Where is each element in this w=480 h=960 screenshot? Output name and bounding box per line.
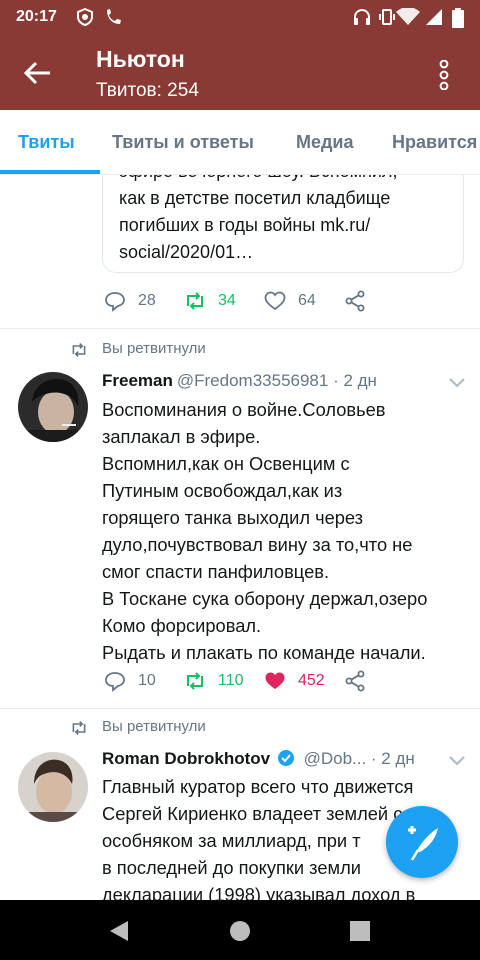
avatar-image xyxy=(18,752,88,822)
retweet-icon xyxy=(187,292,203,310)
wifi-icon xyxy=(396,8,420,25)
shield-icon xyxy=(77,8,93,26)
author-handle: @Dob... · 2 дн xyxy=(303,749,415,768)
tweet-header: Freeman @Fredom33556981 · 2 дн xyxy=(102,371,377,391)
tab-media[interactable]: Медиа xyxy=(296,132,354,153)
compose-tweet-button[interactable] xyxy=(386,806,458,878)
tweet-text: Воспоминания о войне.Соловьев заплакал в… xyxy=(102,399,428,663)
retweet-icon xyxy=(187,672,203,690)
tweet-divider xyxy=(0,708,480,709)
avatar[interactable] xyxy=(18,372,88,442)
system-nav-bar xyxy=(0,900,480,960)
cell-signal-icon xyxy=(426,9,442,25)
retweet-label: Вы ретвитнули xyxy=(102,340,206,357)
retweet-count: 110 xyxy=(218,672,244,689)
retweet-button[interactable]: 110 xyxy=(184,670,244,692)
battery-icon xyxy=(452,8,464,28)
status-bar: 20:17 xyxy=(0,0,480,34)
wifi-call-icon xyxy=(107,9,121,24)
reply-count: 10 xyxy=(138,672,156,689)
like-count: 452 xyxy=(298,672,325,689)
reply-icon xyxy=(105,292,125,312)
tab-tweets-replies[interactable]: Твиты и ответы xyxy=(112,132,254,153)
profile-tabs: Твиты Твиты и ответы Медиа Нравится xyxy=(0,110,480,175)
retweet-button[interactable]: 34 xyxy=(184,290,236,312)
avatar-image xyxy=(18,372,88,442)
retweet-icon xyxy=(72,343,86,357)
author-handle: @Fredom33556981 · 2 дн xyxy=(176,371,377,390)
like-button[interactable]: 64 xyxy=(264,290,316,312)
author-name[interactable]: Freeman xyxy=(102,371,173,390)
nav-back-icon[interactable] xyxy=(108,920,130,942)
like-count: 64 xyxy=(298,292,316,309)
chevron-down-icon[interactable] xyxy=(448,377,466,389)
like-icon xyxy=(264,291,286,311)
back-arrow-icon[interactable] xyxy=(22,58,52,88)
retweet-label: Вы ретвитнули xyxy=(102,718,206,735)
reply-button[interactable]: 28 xyxy=(104,290,156,312)
like-icon xyxy=(265,672,285,689)
reply-icon xyxy=(105,672,125,692)
nav-home-icon[interactable] xyxy=(229,920,251,942)
tweet-count: Твитов: 254 xyxy=(96,80,199,101)
tweet-actions: 28 34 64 xyxy=(104,290,464,314)
tab-indicator xyxy=(0,170,100,174)
share-button[interactable] xyxy=(344,290,378,312)
author-name[interactable]: Roman Dobrokhotov xyxy=(102,749,270,768)
compose-icon xyxy=(408,826,438,861)
status-time: 20:17 xyxy=(16,8,57,25)
tab-tweets[interactable]: Твиты xyxy=(18,132,75,153)
share-icon xyxy=(345,670,365,692)
avatar[interactable] xyxy=(18,752,88,822)
chevron-down-icon[interactable] xyxy=(448,755,466,767)
more-vert-icon[interactable] xyxy=(432,60,456,90)
vibrate-icon xyxy=(379,9,395,25)
reply-button[interactable]: 10 xyxy=(104,670,156,692)
tweet-divider xyxy=(0,328,480,329)
tweet-actions: 10 110 452 xyxy=(104,670,464,694)
share-button[interactable] xyxy=(344,670,378,692)
retweet-count: 34 xyxy=(218,292,236,309)
reply-count: 28 xyxy=(138,292,156,309)
verified-icon xyxy=(277,750,294,766)
share-icon xyxy=(345,290,365,312)
tweet-header: Roman Dobrokhotov @Dob... · 2 дн xyxy=(102,749,415,769)
tab-likes[interactable]: Нравится xyxy=(392,132,477,153)
like-button[interactable]: 452 xyxy=(264,670,325,692)
headset-icon xyxy=(354,9,370,25)
profile-title: Ньютон xyxy=(96,46,185,72)
retweet-icon xyxy=(72,721,86,735)
app-bar: Ньютон Твитов: 254 xyxy=(0,34,480,110)
nav-recents-icon[interactable] xyxy=(350,921,370,941)
